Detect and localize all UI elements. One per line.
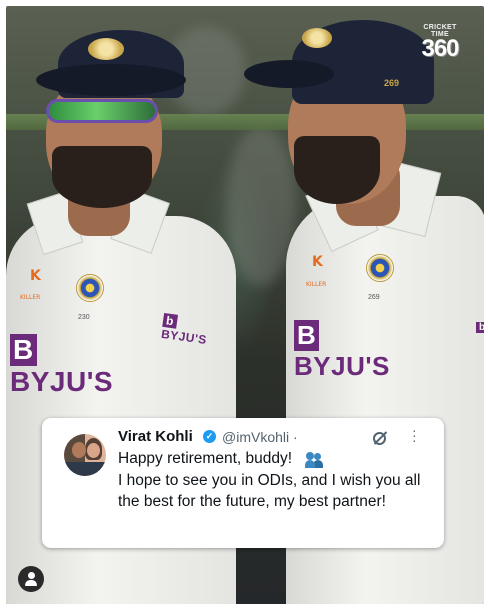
left-chest-sponsor: BBYJU'S: [10, 334, 114, 397]
kit-brand-text: KILLER: [20, 294, 41, 301]
right-chest-sponsor: BBYJU'S: [294, 320, 390, 381]
left-player-cap-brim: [36, 64, 186, 96]
profile-icon[interactable]: [18, 566, 44, 592]
bcci-cap-badge-icon: [88, 38, 124, 60]
avatar-body: [64, 462, 106, 476]
left-player-beard: [52, 146, 152, 208]
bcci-crest-icon: [76, 274, 104, 302]
tweet-body: I hope to see you in ODIs, and I wish yo…: [118, 472, 421, 510]
left-shirt-number: 230: [78, 314, 90, 321]
grok-icon[interactable]: [373, 432, 386, 445]
right-kit-logo-icon: K: [312, 254, 323, 270]
right-sleeve-sponsor-icon: b: [476, 322, 484, 333]
right-shirt-number: 269: [368, 294, 380, 301]
verified-badge-icon: ✓: [203, 430, 216, 443]
cricket-time-360-logo: CRICKET TIME 360: [414, 24, 466, 62]
right-cap-number: 269: [384, 78, 400, 88]
right-cap-badge-icon: [302, 28, 332, 48]
right-player-beard: [294, 136, 380, 204]
brand-line2: 360: [421, 35, 459, 62]
tweet-card[interactable]: Virat Kohli ✓ @imVkohli · · · · Happy reti…: [42, 418, 444, 548]
author-handle[interactable]: @imVkohli ·: [222, 429, 298, 445]
right-bcci-crest-icon: [366, 254, 394, 282]
two-people-emoji-icon: [305, 452, 323, 468]
right-kit-brand-text: KILLER: [306, 281, 327, 288]
sunglasses-icon: [46, 99, 158, 123]
tweet-first-line: Happy retirement, buddy!: [118, 450, 293, 467]
avatar[interactable]: [64, 434, 106, 476]
avatar-face-2: [87, 443, 100, 458]
avatar-face-1: [72, 442, 86, 458]
more-options-icon[interactable]: · · ·: [412, 423, 417, 447]
right-player-cap-brim: [244, 60, 334, 88]
kit-logo-icon: K: [30, 268, 41, 284]
author-name[interactable]: Virat Kohli: [118, 428, 193, 445]
